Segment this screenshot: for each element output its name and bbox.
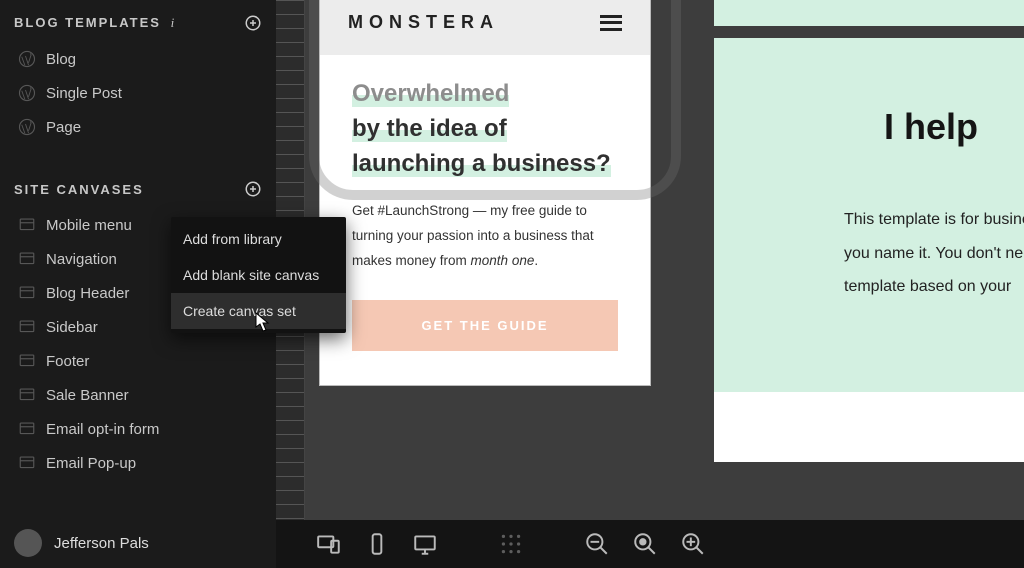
sidebar-item-label: Mobile menu	[46, 217, 132, 234]
canvas-desktop[interactable]: I help This template is for business own…	[714, 0, 1024, 462]
sidebar-item-label: Email Pop-up	[46, 455, 136, 472]
hero-heading-line1: Overwhelmed	[352, 80, 509, 107]
section-header-site-canvases: SITE CANVASES	[14, 176, 262, 208]
section-title: BLOG TEMPLATES	[14, 15, 161, 30]
sidebar-item-label: Sale Banner	[46, 387, 129, 404]
hero-paragraph: Get #LaunchStrong — my free guide to tur…	[352, 199, 618, 274]
section-blog-templates: BLOG TEMPLATES i Blog Single Post Page	[0, 0, 276, 148]
hero-heading: Overwhelmed by the idea of launching a b…	[352, 77, 618, 181]
grid-icon[interactable]	[498, 531, 524, 557]
canvas-icon	[18, 420, 36, 438]
workspace: MONSTERA Overwhelmed by the idea of laun…	[276, 0, 1024, 568]
add-site-canvas-button[interactable]	[244, 180, 262, 198]
desktop-icon[interactable]	[412, 531, 438, 557]
sidebar-item-sale-banner[interactable]: Sale Banner	[14, 378, 262, 412]
pane2-strip	[714, 0, 1024, 26]
pane2-body-text: This template is for business owners and…	[844, 203, 1024, 304]
sidebar-item-label: Sidebar	[46, 319, 98, 336]
sidebar-item-label: Blog	[46, 51, 76, 68]
sidebar-item-label: Email opt-in form	[46, 421, 159, 438]
hero-heading-rest: by the idea of launching a business?	[352, 115, 611, 177]
pane2-foot	[714, 392, 1024, 462]
ctx-add-from-library[interactable]: Add from library	[171, 221, 346, 257]
phone-icon[interactable]	[364, 531, 390, 557]
sidebar-item-blog[interactable]: Blog	[14, 42, 262, 76]
sidebar-item-label: Footer	[46, 353, 89, 370]
app-root: BLOG TEMPLATES i Blog Single Post Page	[0, 0, 1024, 568]
sidebar-item-label: Navigation	[46, 251, 117, 268]
canvases[interactable]: MONSTERA Overwhelmed by the idea of laun…	[306, 0, 1024, 520]
para-italic: month one	[471, 253, 535, 268]
user-footer[interactable]: Jefferson Pals	[0, 518, 276, 568]
cta-button[interactable]: GET THE GUIDE	[352, 300, 618, 351]
canvas-mobile[interactable]: MONSTERA Overwhelmed by the idea of laun…	[320, 0, 650, 385]
logo: MONSTERA	[348, 12, 499, 33]
wordpress-icon	[18, 84, 36, 102]
avatar	[14, 529, 42, 557]
wordpress-icon	[18, 118, 36, 136]
canvas-icon	[18, 318, 36, 336]
sidebar: BLOG TEMPLATES i Blog Single Post Page	[0, 0, 276, 568]
sidebar-item-email-optin[interactable]: Email opt-in form	[14, 412, 262, 446]
sidebar-item-label: Page	[46, 119, 81, 136]
mobile-header: MONSTERA	[320, 0, 650, 55]
canvas-icon	[18, 250, 36, 268]
add-blog-template-button[interactable]	[244, 14, 262, 32]
canvas-icon	[18, 352, 36, 370]
ctx-add-blank-canvas[interactable]: Add blank site canvas	[171, 257, 346, 293]
zoom-reset-icon[interactable]	[632, 531, 658, 557]
pane2-heading: I help	[884, 106, 1024, 148]
bottom-toolbar	[276, 520, 1024, 568]
wordpress-icon	[18, 50, 36, 68]
user-name: Jefferson Pals	[54, 535, 149, 552]
sidebar-item-page[interactable]: Page	[14, 110, 262, 144]
canvas-icon	[18, 216, 36, 234]
zoom-out-icon[interactable]	[584, 531, 610, 557]
pane2-body: I help This template is for business own…	[714, 38, 1024, 392]
cursor-pointer-icon	[254, 311, 272, 338]
sidebar-item-single-post[interactable]: Single Post	[14, 76, 262, 110]
info-icon[interactable]: i	[171, 15, 177, 30]
section-header-blog-templates: BLOG TEMPLATES i	[14, 10, 262, 42]
section-title: SITE CANVASES	[14, 182, 144, 197]
canvas-icon	[18, 284, 36, 302]
sidebar-item-label: Single Post	[46, 85, 122, 102]
canvas-icon	[18, 386, 36, 404]
hamburger-icon[interactable]	[600, 15, 622, 31]
sidebar-item-footer[interactable]: Footer	[14, 344, 262, 378]
canvas-icon	[18, 454, 36, 472]
zoom-in-icon[interactable]	[680, 531, 706, 557]
sidebar-item-email-popup[interactable]: Email Pop-up	[14, 446, 262, 480]
devices-icon[interactable]	[316, 531, 342, 557]
para-suffix: .	[534, 253, 538, 268]
sidebar-item-label: Blog Header	[46, 285, 129, 302]
